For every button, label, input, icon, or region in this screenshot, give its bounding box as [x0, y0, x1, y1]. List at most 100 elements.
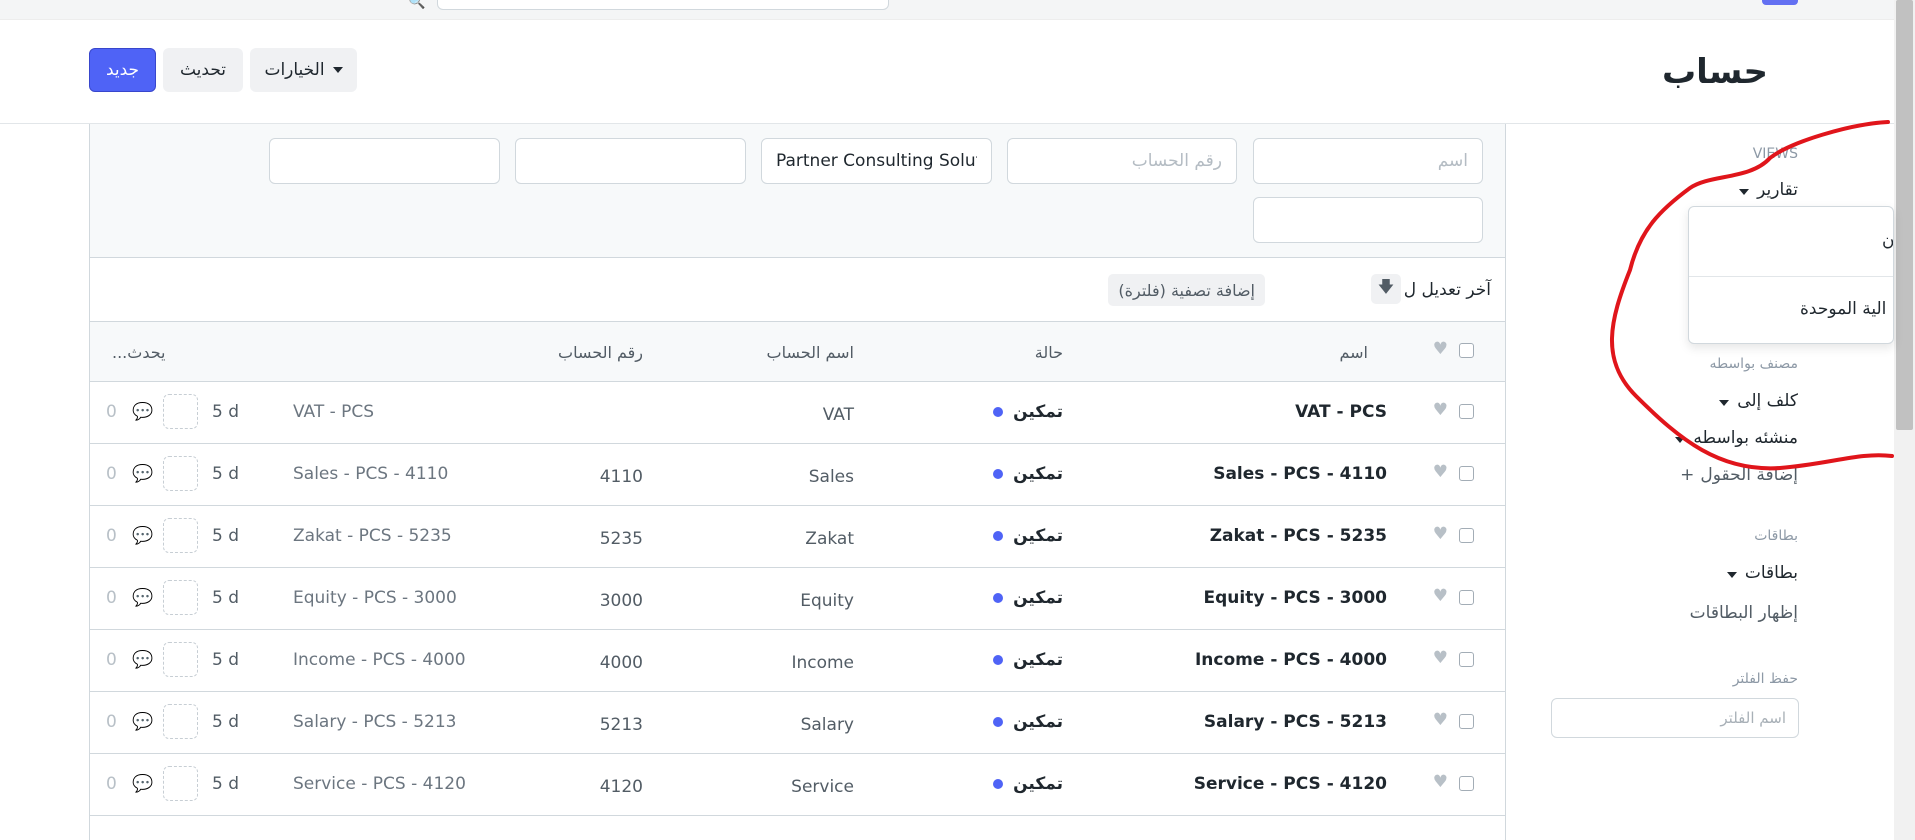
row-assign-avatar[interactable] [163, 518, 198, 553]
row-account-name: Salary [800, 715, 854, 735]
refresh-button[interactable]: تحديث [163, 48, 243, 92]
cards-dropdown[interactable]: بطاقات [1726, 563, 1798, 583]
heart-icon[interactable]: ♥ [1433, 462, 1448, 482]
row-account-name: Income [791, 653, 854, 673]
row-comment-count: 0 [106, 650, 117, 670]
status-indicator: تمكين [993, 712, 1063, 732]
comment-icon[interactable]: 💬 [132, 650, 153, 670]
status-indicator: تمكين [993, 588, 1063, 608]
filter-input[interactable] [515, 138, 746, 184]
row-assign-avatar[interactable] [163, 766, 198, 801]
comment-icon[interactable]: 💬 [132, 588, 153, 608]
created-by-dropdown[interactable]: منشئه بواسطه [1675, 428, 1798, 448]
col-account-number[interactable]: رقم الحساب [558, 343, 643, 362]
row-checkbox[interactable] [1459, 652, 1474, 667]
comment-icon[interactable]: 💬 [132, 526, 153, 546]
heart-icon[interactable]: ♥ [1433, 524, 1448, 544]
col-status[interactable]: حالة [1035, 343, 1063, 362]
row-parent-account: Sales - PCS - 4110 [293, 464, 449, 484]
account-number-filter-input[interactable] [1007, 138, 1237, 184]
row-name-link[interactable]: VAT - PCS [1295, 402, 1387, 422]
company-filter-input[interactable] [761, 138, 992, 184]
table-row[interactable]: ♥ Service - PCS - 4120 تمكين Service 4120 Ser… [90, 754, 1505, 816]
row-name-link[interactable]: Income - PCS - 4000 [1195, 650, 1387, 670]
dropdown-divider [1689, 276, 1893, 277]
status-label: تمكين [1013, 588, 1063, 608]
heart-icon[interactable]: ♥ [1433, 339, 1448, 359]
row-name-link[interactable]: Equity - PCS - 3000 [1203, 588, 1387, 608]
avatar[interactable] [1762, 0, 1798, 5]
row-assign-avatar[interactable] [163, 642, 198, 677]
heart-icon[interactable]: ♥ [1433, 648, 1448, 668]
status-dot-icon [993, 779, 1004, 789]
status-label: تمكين [1013, 402, 1063, 422]
row-modified-time: 5 d [212, 712, 240, 732]
filter-input[interactable] [269, 138, 500, 184]
table-row[interactable]: ♥ Equity - PCS - 3000 تمكين Equity 3000 Equit… [90, 568, 1505, 630]
options-label: الخيارات [264, 60, 325, 80]
filter-input[interactable] [1253, 197, 1483, 243]
heart-icon[interactable]: ♥ [1433, 710, 1448, 730]
table-row[interactable]: ♥ VAT - PCS تمكين VAT VAT - PCS 5 d 💬 0 [90, 382, 1505, 444]
table-row[interactable]: ♥ Sales - PCS - 4110 تمكين Sales 4110 Sales -… [90, 444, 1505, 506]
reports-dropdown-toggle[interactable]: تقارير [1739, 180, 1798, 200]
add-filter-button[interactable]: إضافة تصفية (فلترة) [1108, 274, 1265, 306]
awesomebar-search-input[interactable] [437, 0, 889, 10]
reports-menu-item[interactable]: ن [1882, 231, 1893, 251]
options-button[interactable]: الخيارات [250, 48, 357, 92]
sort-order-button[interactable]: 🡇 [1371, 274, 1401, 304]
row-checkbox[interactable] [1459, 776, 1474, 791]
heart-icon[interactable]: ♥ [1433, 400, 1448, 420]
status-dot-icon [993, 655, 1004, 665]
comment-icon[interactable]: 💬 [132, 774, 153, 794]
row-account-number: 3000 [599, 591, 643, 611]
row-checkbox[interactable] [1459, 528, 1474, 543]
sort-by-selector[interactable]: آخر تعديل ل [1404, 280, 1491, 300]
col-name[interactable]: اسم [1340, 343, 1369, 362]
page-scrollbar[interactable] [1894, 0, 1915, 840]
row-name-link[interactable]: Zakat - PCS - 5235 [1210, 526, 1387, 546]
row-checkbox[interactable] [1459, 590, 1474, 605]
reports-menu-item[interactable]: الية الموحدة [1800, 299, 1893, 319]
scrollbar-thumb[interactable] [1896, 0, 1913, 430]
row-modified-time: 5 d [212, 774, 240, 794]
row-parent-account: VAT - PCS [293, 402, 375, 422]
row-checkbox[interactable] [1459, 714, 1474, 729]
row-assign-avatar[interactable] [163, 580, 198, 615]
table-row[interactable]: ♥ Zakat - PCS - 5235 تمكين Zakat 5235 Zakat -… [90, 506, 1505, 568]
row-name-link[interactable]: Service - PCS - 4120 [1194, 774, 1387, 794]
heart-icon[interactable]: ♥ [1433, 586, 1448, 606]
row-assign-avatar[interactable] [163, 394, 198, 429]
filter-name-input[interactable] [1551, 698, 1799, 738]
row-comment-count: 0 [106, 526, 117, 546]
comment-icon[interactable]: 💬 [132, 402, 153, 422]
show-cards-link[interactable]: إظهار البطاقات [1690, 603, 1798, 623]
row-name-link[interactable]: Salary - PCS - 5213 [1204, 712, 1387, 732]
row-parent-account: Equity - PCS - 3000 [293, 588, 457, 608]
row-assign-avatar[interactable] [163, 456, 198, 491]
select-all-checkbox[interactable] [1459, 343, 1474, 358]
status-dot-icon [993, 717, 1004, 727]
assigned-to-dropdown[interactable]: كلف إلى [1719, 391, 1798, 411]
navbar: 🔍 [0, 0, 1894, 20]
row-assign-avatar[interactable] [163, 704, 198, 739]
col-account-name[interactable]: اسم الحساب [767, 343, 854, 362]
row-checkbox[interactable] [1459, 404, 1474, 419]
standard-filters [90, 124, 1505, 258]
comment-icon[interactable]: 💬 [132, 464, 153, 484]
comment-icon[interactable]: 💬 [132, 712, 153, 732]
add-fields-link[interactable]: إضافة الحقول+ [1680, 465, 1798, 485]
status-label: تمكين [1013, 774, 1063, 794]
cards-dropdown-label: بطاقات [1744, 563, 1798, 583]
caret-down-icon [1719, 400, 1730, 406]
row-account-number: 4000 [599, 653, 643, 673]
row-checkbox[interactable] [1459, 466, 1474, 481]
table-row[interactable]: ♥ Salary - PCS - 5213 تمكين Salary 5213 Salar… [90, 692, 1505, 754]
table-row[interactable]: ♥ Income - PCS - 4000 تمكين Income 4000 Incom… [90, 630, 1505, 692]
col-updated[interactable]: يحدث... [112, 343, 166, 362]
heart-icon[interactable]: ♥ [1433, 772, 1448, 792]
name-filter-input[interactable] [1253, 138, 1483, 184]
row-name-link[interactable]: Sales - PCS - 4110 [1213, 464, 1387, 484]
caret-down-icon [1739, 189, 1750, 195]
new-button[interactable]: جديد [89, 48, 156, 92]
